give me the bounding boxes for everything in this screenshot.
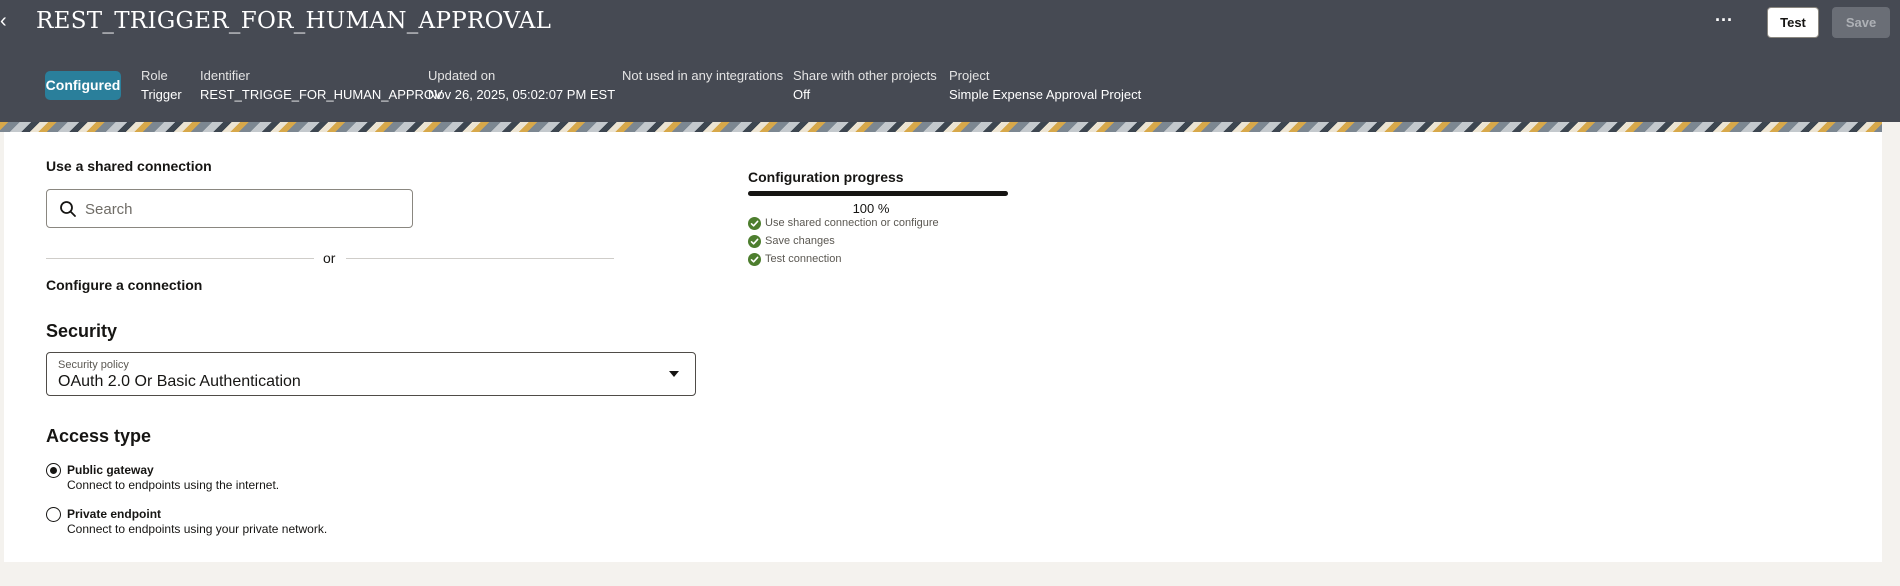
private-endpoint-description: Connect to endpoints using your private … <box>67 522 328 536</box>
meta-project-value: Simple Expense Approval Project <box>949 87 1142 102</box>
meta-share-value: Off <box>793 87 811 102</box>
meta-project: Project Simple Expense Approval Project <box>949 68 1141 102</box>
meta-updated-value: Nov 26, 2025, 05:02:07 PM EST <box>428 87 616 102</box>
back-arrow-icon[interactable]: ‹ <box>0 10 14 32</box>
access-type-heading: Access type <box>46 426 152 446</box>
meta-share-label: Share with other projects <box>793 68 937 83</box>
configure-connection-label: Configure a connection <box>46 277 203 293</box>
check-circle-icon <box>748 217 761 230</box>
radio-public-gateway[interactable] <box>46 463 61 478</box>
public-gateway-title[interactable]: Public gateway <box>67 463 154 477</box>
meta-share: Share with other projects Off <box>793 68 937 102</box>
page-title: REST_TRIGGER_FOR_HUMAN_APPROVAL <box>36 8 552 34</box>
shared-connection-label: Use a shared connection <box>46 158 212 174</box>
progress-percent: 100 % <box>852 201 890 216</box>
status-badge: Configured <box>45 71 121 100</box>
or-divider-text: or <box>323 250 336 266</box>
configuration-progress-title: Configuration progress <box>748 169 904 185</box>
progress-bar <box>748 191 1008 196</box>
page-header: ‹ REST_TRIGGER_FOR_HUMAN_APPROVAL ··· Te… <box>0 0 1900 122</box>
save-button[interactable]: Save <box>1832 7 1890 38</box>
progress-step-label: Test connection <box>765 253 842 265</box>
progress-bar-fill <box>748 191 1008 196</box>
meta-identifier-value: REST_TRIGGE_FOR_HUMAN_APPROV <box>200 87 443 102</box>
private-endpoint-title[interactable]: Private endpoint <box>67 507 161 521</box>
check-circle-icon <box>748 235 761 248</box>
test-button[interactable]: Test <box>1767 7 1819 38</box>
security-heading: Security <box>46 321 118 341</box>
chevron-down-icon <box>669 371 679 377</box>
search-box[interactable] <box>46 189 413 228</box>
meta-role: Role Trigger <box>141 68 182 102</box>
public-gateway-description: Connect to endpoints using the internet. <box>67 478 280 492</box>
divider-left <box>46 258 314 259</box>
security-policy-value: OAuth 2.0 Or Basic Authentication <box>58 373 301 390</box>
meta-updated: Updated on Nov 26, 2025, 05:02:07 PM EST <box>428 68 615 102</box>
security-policy-label: Security policy <box>58 359 129 371</box>
meta-role-value: Trigger <box>141 87 182 102</box>
security-policy-select[interactable]: Security policy OAuth 2.0 Or Basic Authe… <box>46 352 696 396</box>
check-circle-icon <box>748 253 761 266</box>
meta-project-label: Project <box>949 68 990 83</box>
meta-identifier-label: Identifier <box>200 68 250 83</box>
progress-step-label: Save changes <box>765 235 835 247</box>
decorative-banner <box>0 122 1882 132</box>
meta-identifier: Identifier REST_TRIGGE_FOR_HUMAN_APPROV <box>200 68 443 102</box>
search-input[interactable] <box>85 196 405 222</box>
meta-role-label: Role <box>141 68 168 83</box>
search-icon <box>60 201 76 217</box>
radio-private-endpoint[interactable] <box>46 507 61 522</box>
meta-usage: Not used in any integrations <box>622 68 783 85</box>
meta-updated-label: Updated on <box>428 68 496 83</box>
meta-usage-text: Not used in any integrations <box>622 68 784 83</box>
progress-step-label: Use shared connection or configure <box>765 217 939 229</box>
divider-right <box>346 258 614 259</box>
more-actions-button[interactable]: ··· <box>1710 10 1738 34</box>
